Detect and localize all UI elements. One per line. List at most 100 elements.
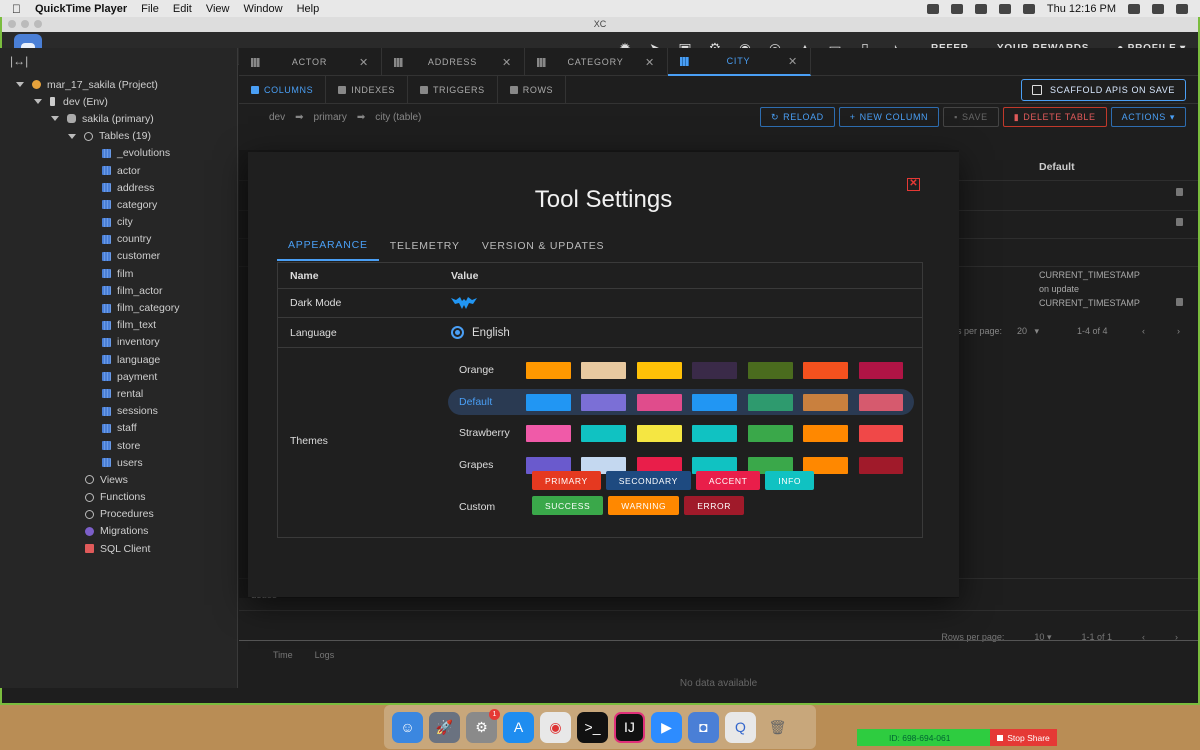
theme-swatch[interactable] xyxy=(581,393,627,411)
apple-menu-icon[interactable]:  xyxy=(12,2,21,16)
menu-file[interactable]: File xyxy=(141,3,159,15)
wifi-icon[interactable] xyxy=(998,3,1011,14)
zoom-window-button[interactable] xyxy=(34,20,42,28)
theme-swatch[interactable] xyxy=(581,424,627,442)
custom-success-button[interactable]: SUCCESS xyxy=(532,496,604,515)
theme-swatch[interactable] xyxy=(858,393,904,411)
tab-telemetry[interactable]: TELEMETRY xyxy=(379,230,471,261)
dark-mode-toggle[interactable] xyxy=(451,297,922,309)
language-radio[interactable]: English xyxy=(451,326,922,339)
nocodb-icon[interactable]: ◘ xyxy=(688,711,719,743)
sidebar-section-sql-client[interactable]: SQL Client xyxy=(0,540,237,557)
zoom-icon[interactable] xyxy=(950,3,963,14)
theme-orange[interactable]: Orange xyxy=(448,357,914,383)
tree-project[interactable]: mar_17_sakila (Project) xyxy=(0,76,237,93)
sidebar-table-sessions[interactable]: sessions xyxy=(0,403,237,420)
sidebar-table-category[interactable]: category xyxy=(0,196,237,213)
subtab-triggers[interactable]: TRIGGERS xyxy=(408,75,498,104)
tree-env[interactable]: dev (Env) xyxy=(0,93,237,110)
tab-category[interactable]: CATEGORY ✕ xyxy=(525,48,668,76)
record-icon[interactable] xyxy=(926,3,939,14)
subtab-columns[interactable]: COLUMNS xyxy=(239,75,327,104)
trash-icon[interactable]: 🗑 xyxy=(762,712,793,743)
theme-swatch[interactable] xyxy=(692,361,738,379)
siri-icon[interactable] xyxy=(1152,3,1164,14)
close-tab-icon[interactable]: ✕ xyxy=(359,56,369,69)
next-page-icon[interactable]: › xyxy=(1175,632,1178,643)
trash-icon[interactable] xyxy=(1176,218,1183,226)
app-store-icon[interactable]: A xyxy=(503,711,534,743)
theme-swatch[interactable] xyxy=(858,424,904,442)
theme-swatch[interactable] xyxy=(636,424,682,442)
sidebar-section-views[interactable]: Views xyxy=(0,471,237,488)
sidebar-table-customer[interactable]: customer xyxy=(0,248,237,265)
prev-page-icon[interactable]: ‹ xyxy=(1142,632,1145,643)
tab-appearance[interactable]: APPEARANCE xyxy=(277,230,379,261)
new-column-button[interactable]: + NEW COLUMN xyxy=(838,107,940,127)
theme-swatch[interactable] xyxy=(636,361,682,379)
theme-swatch[interactable] xyxy=(803,393,849,411)
sidebar-table-country[interactable]: country xyxy=(0,231,237,248)
quicktime-icon[interactable]: Q xyxy=(725,711,756,743)
finder-icon[interactable]: ☺ xyxy=(392,711,423,743)
close-window-button[interactable] xyxy=(8,20,16,28)
bluetooth-icon[interactable] xyxy=(974,3,987,14)
sidebar-table-film[interactable]: film xyxy=(0,265,237,282)
stop-share-button[interactable]: Stop Share xyxy=(990,729,1057,746)
breadcrumb-env[interactable]: dev xyxy=(269,112,285,123)
rows-per-page-select[interactable]: 10 ▾ xyxy=(1034,632,1051,643)
theme-swatch[interactable] xyxy=(581,361,627,379)
theme-swatch[interactable] xyxy=(525,424,571,442)
next-page-icon[interactable]: › xyxy=(1177,326,1180,336)
close-tab-icon[interactable]: ✕ xyxy=(788,55,798,68)
sidebar-table-film-category[interactable]: film_category xyxy=(0,299,237,316)
menu-window[interactable]: Window xyxy=(243,3,282,15)
custom-error-button[interactable]: ERROR xyxy=(684,496,744,515)
trash-icon[interactable] xyxy=(1176,188,1183,196)
theme-swatch[interactable] xyxy=(525,393,571,411)
theme-swatch[interactable] xyxy=(525,361,571,379)
terminal-icon[interactable]: >_ xyxy=(577,711,608,743)
theme-default[interactable]: Default xyxy=(448,389,914,415)
theme-swatch[interactable] xyxy=(636,393,682,411)
tab-version-updates[interactable]: VERSION & UPDATES xyxy=(471,230,616,261)
spotlight-icon[interactable] xyxy=(1128,3,1140,14)
tab-actor[interactable]: ACTOR ✕ xyxy=(239,48,382,76)
tab-city[interactable]: CITY ✕ xyxy=(668,48,811,76)
subtab-rows[interactable]: ROWS xyxy=(498,75,567,104)
launchpad-icon[interactable]: 🚀 xyxy=(429,711,460,743)
save-button[interactable]: ▪ SAVE xyxy=(943,107,999,127)
scaffold-apis-checkbox[interactable]: SCAFFOLD APIS ON SAVE xyxy=(1021,78,1186,101)
custom-info-button[interactable]: INFO xyxy=(765,471,815,490)
theme-swatch[interactable] xyxy=(747,361,793,379)
close-tab-icon[interactable]: ✕ xyxy=(502,56,512,69)
close-icon[interactable]: ✕ xyxy=(907,178,920,191)
sidebar-table-users[interactable]: users xyxy=(0,454,237,471)
breadcrumb-table[interactable]: city (table) xyxy=(375,112,421,123)
app-menu[interactable]: QuickTime Player xyxy=(35,3,127,15)
theme-swatch[interactable] xyxy=(858,361,904,379)
tab-address[interactable]: ADDRESS ✕ xyxy=(382,48,525,76)
custom-accent-button[interactable]: ACCENT xyxy=(695,471,761,490)
actions-menu-button[interactable]: ACTIONS ▾ xyxy=(1110,107,1186,127)
menu-edit[interactable]: Edit xyxy=(173,3,192,15)
trash-icon[interactable] xyxy=(1176,298,1183,306)
sidebar-section-procedures[interactable]: Procedures xyxy=(0,506,237,523)
custom-primary-button[interactable]: PRIMARY xyxy=(532,471,601,490)
sidebar-table--evolutions[interactable]: _evolutions xyxy=(0,145,237,162)
clock[interactable]: Thu 12:16 PM xyxy=(1047,3,1116,15)
sidebar-table-address[interactable]: address xyxy=(0,179,237,196)
sidebar-table-language[interactable]: language xyxy=(0,351,237,368)
subtab-indexes[interactable]: INDEXES xyxy=(326,75,408,104)
prev-page-icon[interactable]: ‹ xyxy=(1142,326,1145,336)
battery-icon[interactable] xyxy=(1022,3,1035,14)
delete-table-button[interactable]: ▮ DELETE TABLE xyxy=(1002,107,1107,127)
collapse-sidebar-icon[interactable]: |↔| xyxy=(0,48,237,74)
rows-per-page-select[interactable]: 20 ▾ xyxy=(1017,326,1039,337)
breadcrumb-db[interactable]: primary xyxy=(314,112,347,123)
minimize-window-button[interactable] xyxy=(21,20,29,28)
system-preferences-icon[interactable]: ⚙ 1 xyxy=(466,708,500,743)
theme-swatch[interactable] xyxy=(803,361,849,379)
theme-swatch[interactable] xyxy=(692,424,738,442)
notification-center-icon[interactable] xyxy=(1176,3,1188,14)
